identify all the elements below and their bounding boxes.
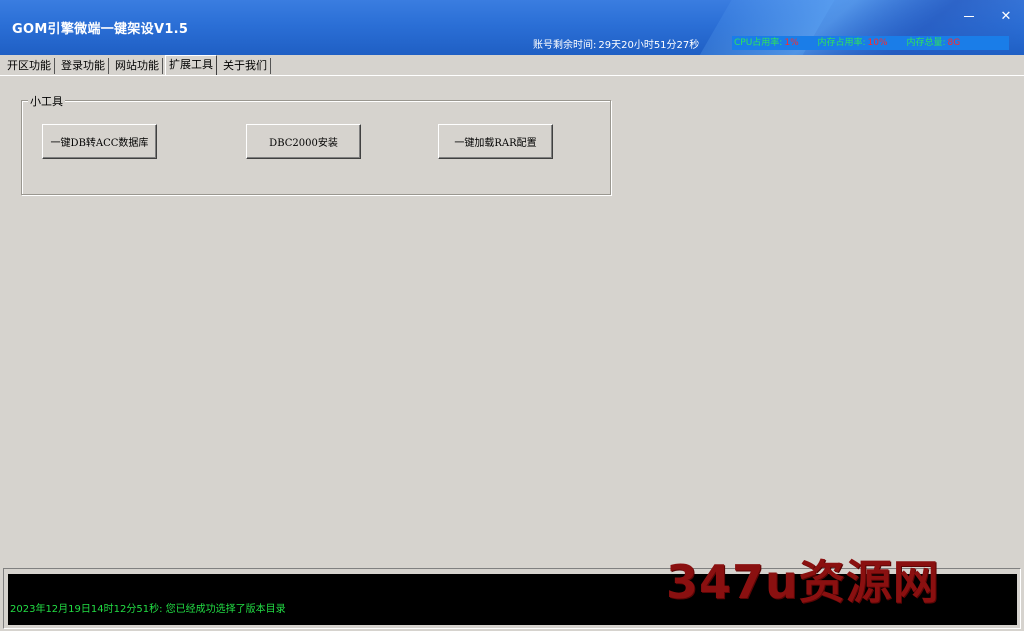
tab-website-functions[interactable]: 网站功能: [112, 58, 163, 74]
memory-total-value: 8G: [947, 38, 961, 48]
remaining-time: 账号剩余时间: 29天20小时51分27秒: [533, 36, 701, 51]
cpu-usage-value: 1%: [784, 38, 799, 48]
cpu-usage-label: CPU占用率:: [734, 38, 783, 48]
close-button[interactable]: ✕: [995, 8, 1017, 26]
tab-login-functions[interactable]: 登录功能: [58, 58, 109, 74]
tools-groupbox: 小工具 一键DB转ACC数据库 DBC2000安装 一键加载RAR配置: [21, 93, 611, 195]
load-rar-config-button[interactable]: 一键加载RAR配置: [438, 124, 553, 159]
app-window: GOM引擎微端一键架设V1.5 ✕ 账号剩余时间: 29天20小时51分27秒 C…: [0, 0, 1024, 631]
log-line: 2023年12月19日14时12分51秒: 您已经成功选择了版本目录: [10, 604, 286, 615]
memory-usage-value: 10%: [867, 38, 888, 48]
tab-extension-tools[interactable]: 扩展工具: [165, 55, 217, 75]
remaining-time-value: 29天20小时51分27秒: [598, 40, 700, 51]
watermark-logo: 347u资源网: [666, 555, 940, 609]
memory-usage-label: 内存占用率:: [817, 38, 866, 48]
system-stats-bar: CPU占用率: 1% 内存占用率: 10% 内存总量: 8G: [732, 36, 1009, 50]
title-bar[interactable]: GOM引擎微端一键架设V1.5 ✕ 账号剩余时间: 29天20小时51分27秒 C…: [0, 0, 1024, 55]
memory-total-label: 内存总量:: [906, 38, 946, 48]
groupbox-title: 小工具: [28, 93, 65, 109]
remaining-time-label: 账号剩余时间:: [533, 40, 597, 51]
tab-about-us[interactable]: 关于我们: [220, 58, 271, 74]
tab-strip: 开区功能 登录功能 网站功能 扩展工具 关于我们: [0, 55, 1024, 76]
minimize-icon: [964, 16, 974, 17]
window-title: GOM引擎微端一键架设V1.5: [12, 22, 189, 37]
minimize-button[interactable]: [958, 8, 980, 26]
close-icon: ✕: [1000, 9, 1012, 24]
db-to-acc-button[interactable]: 一键DB转ACC数据库: [42, 124, 157, 159]
tab-server-functions[interactable]: 开区功能: [4, 58, 55, 74]
dbc2000-install-button[interactable]: DBC2000安装: [246, 124, 361, 159]
